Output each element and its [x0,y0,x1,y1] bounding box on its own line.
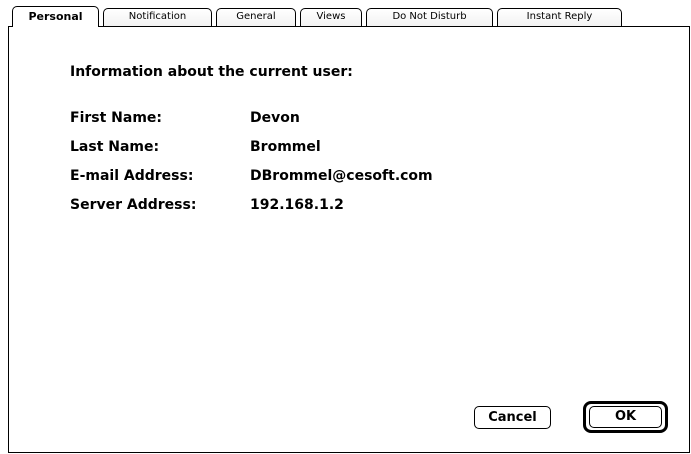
cancel-button[interactable]: Cancel [474,406,551,429]
server-address-value: 192.168.1.2 [250,197,344,213]
tab-views[interactable]: Views [300,8,362,26]
first-name-label: First Name: [70,110,163,126]
tab-notification[interactable]: Notification [103,8,212,26]
email-address-value: DBrommel@cesoft.com [250,168,433,184]
last-name-label: Last Name: [70,139,160,155]
personal-panel [8,26,690,453]
tab-do-not-disturb[interactable]: Do Not Disturb [366,8,493,26]
last-name-value: Brommel [250,139,321,155]
server-address-label: Server Address: [70,197,197,213]
active-tab-gap [18,26,98,28]
first-name-value: Devon [250,110,300,126]
section-heading: Information about the current user: [70,64,353,80]
tab-general[interactable]: General [216,8,296,26]
tab-instant-reply[interactable]: Instant Reply [497,8,622,26]
tab-personal[interactable]: Personal [12,6,99,27]
email-address-label: E-mail Address: [70,168,194,184]
ok-button[interactable]: OK [589,406,662,428]
panel-top-border [8,26,690,27]
